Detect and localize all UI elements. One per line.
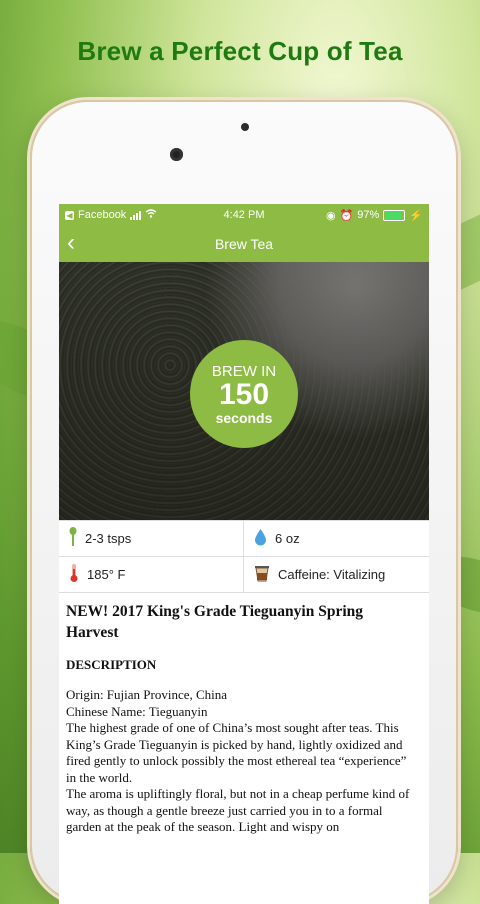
status-right: ◉ ⏰ 97% ⚡	[326, 209, 423, 222]
wifi-icon	[145, 209, 157, 221]
temperature-text: 185° F	[87, 567, 126, 582]
brew-timer-label: BREW IN	[211, 362, 277, 380]
alarm-icon: ⏰	[339, 209, 354, 222]
water-drop-icon	[254, 528, 267, 549]
signal-icon	[130, 210, 142, 220]
description-line: The highest grade of one of China’s most…	[66, 720, 407, 785]
water-cell: 6 oz	[244, 521, 429, 557]
water-text: 6 oz	[275, 531, 300, 546]
charging-icon: ⚡	[409, 209, 423, 222]
caffeine-text: Caffeine: Vitalizing	[278, 567, 386, 582]
amount-cell: 2-3 tsps	[59, 521, 244, 557]
phone-sensor	[241, 123, 249, 131]
temperature-cell: 185° F	[59, 557, 244, 593]
back-to-app-icon[interactable]: ◀	[65, 210, 74, 220]
phone-frame: ◀ Facebook 4:42 PM ◉ ⏰ 97% ⚡ ‹ Brew Tea	[30, 100, 458, 904]
tea-title: NEW! 2017 King's Grade Tieguanyin Spring…	[66, 603, 364, 641]
nav-bar: ‹ Brew Tea	[59, 226, 429, 262]
status-bar: ◀ Facebook 4:42 PM ◉ ⏰ 97% ⚡	[59, 204, 429, 226]
description-line: Chinese Name: Tieguanyin	[66, 703, 208, 719]
description-heading: DESCRIPTION	[66, 657, 157, 672]
battery-icon	[383, 209, 406, 221]
brew-info-grid: 2-3 tsps 6 oz 185° F Caffeine: Vitalizin…	[59, 520, 429, 593]
battery-fill	[385, 211, 401, 219]
tea-details: NEW! 2017 King's Grade Tieguanyin Spring…	[59, 593, 429, 836]
brew-timer-value: 150	[218, 377, 270, 411]
description-line: Origin: Fujian Province, China	[66, 687, 228, 702]
status-left: ◀ Facebook	[65, 209, 157, 221]
tea-leaves-image: BREW IN 150 seconds	[59, 262, 429, 520]
tea-cup-icon	[254, 564, 270, 585]
phone-camera	[170, 148, 183, 161]
battery-percent: 97%	[357, 209, 380, 221]
back-button[interactable]: ‹	[67, 231, 75, 255]
spoon-icon	[69, 527, 77, 550]
back-app-label[interactable]: Facebook	[78, 209, 126, 221]
promo-headline: Brew a Perfect Cup of Tea	[77, 36, 403, 66]
app-screen: ◀ Facebook 4:42 PM ◉ ⏰ 97% ⚡ ‹ Brew Tea	[59, 204, 429, 904]
caffeine-cell: Caffeine: Vitalizing	[244, 557, 429, 593]
brew-timer-button[interactable]: BREW IN 150 seconds	[190, 340, 298, 448]
brew-timer-unit: seconds	[215, 409, 273, 426]
description-line: The aroma is upliftingly floral, but not…	[66, 786, 410, 834]
amount-text: 2-3 tsps	[85, 531, 132, 546]
location-icon: ◉	[325, 209, 336, 222]
thermometer-icon	[69, 563, 79, 586]
description-body: Origin: Fujian Province, China Chinese N…	[66, 687, 419, 836]
page-title: Brew Tea	[214, 236, 274, 252]
